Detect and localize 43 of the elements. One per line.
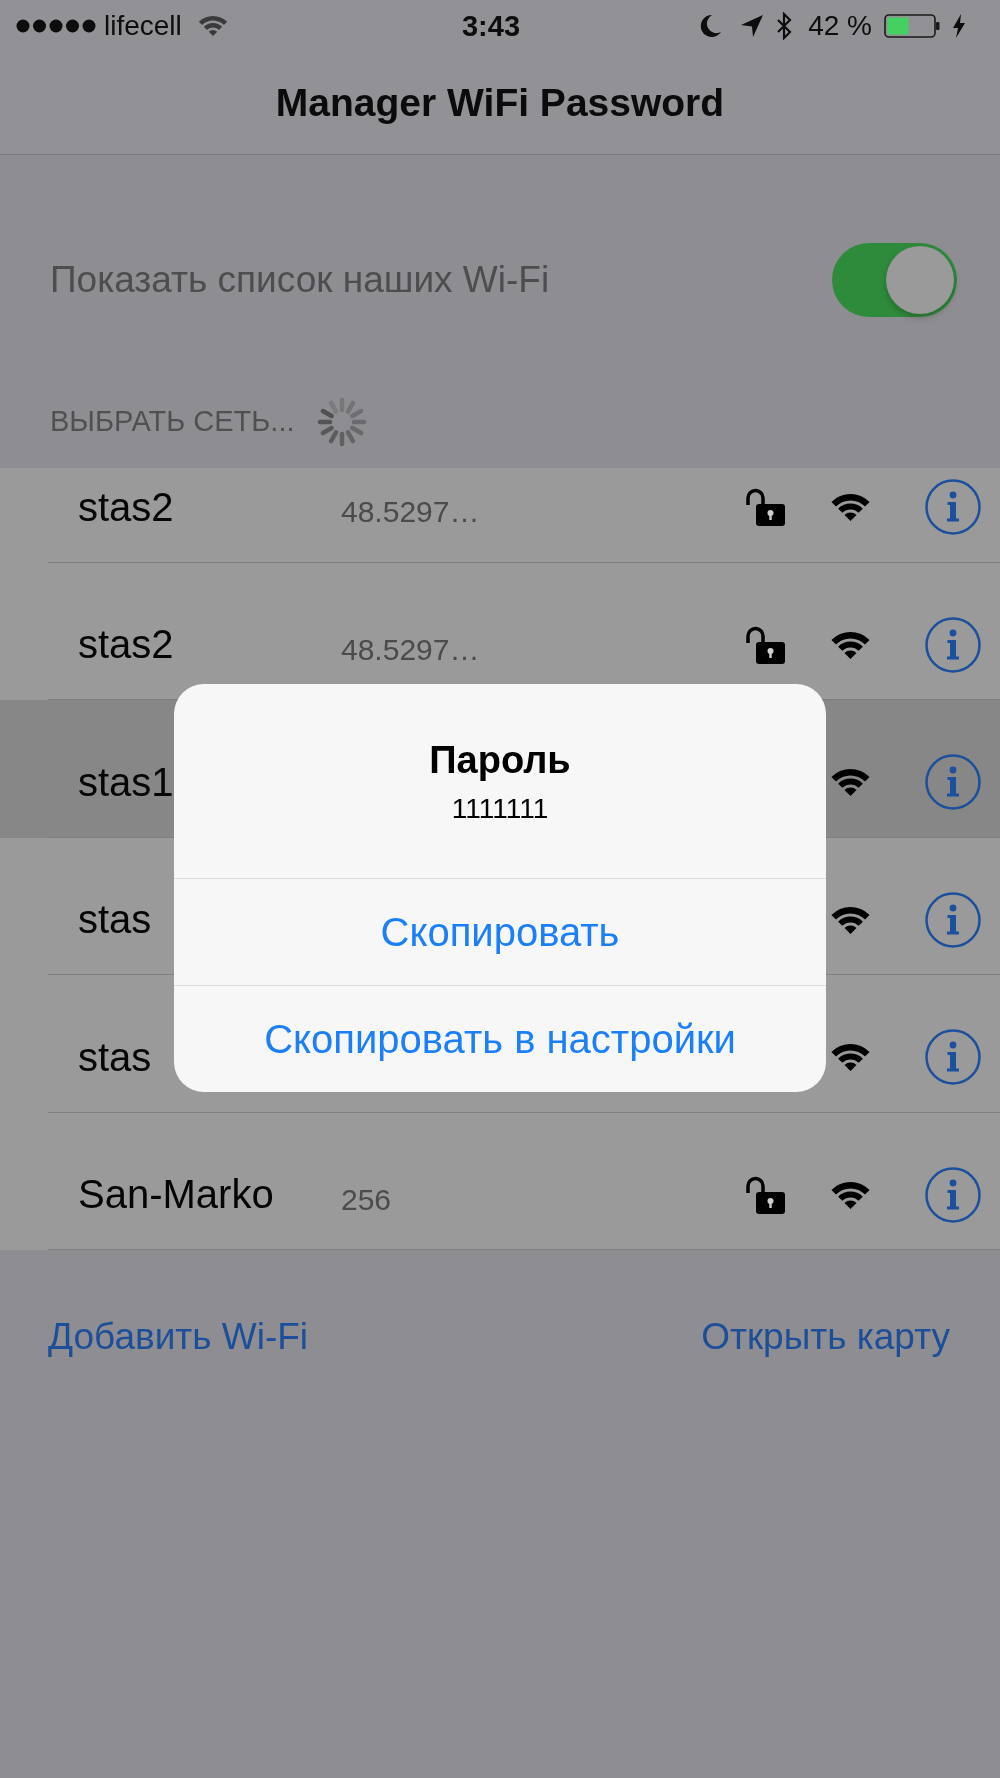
wifi-icon: [830, 768, 871, 797]
status-time: 3:43: [462, 10, 521, 42]
wifi-icon: [197, 15, 228, 37]
network-name: stas2: [78, 484, 174, 530]
info-icon[interactable]: [925, 1029, 981, 1086]
nav-title: Manager WiFi Password: [275, 81, 725, 125]
network-name: stas2: [78, 622, 174, 668]
signal-dots-icon: [16, 19, 96, 33]
open-map-link[interactable]: Открыть карту: [701, 1316, 950, 1358]
moon-icon: [700, 14, 723, 38]
location-arrow-icon: [740, 14, 765, 38]
network-row[interactable]: San-Marko 256: [0, 1112, 1000, 1250]
network-name: San-Marko: [78, 1172, 274, 1218]
alert-button[interactable]: Скопировать в настройки: [174, 985, 826, 1092]
network-detail: 256: [341, 1182, 392, 1217]
alert-title: Пароль: [429, 738, 571, 783]
battery-icon: [884, 14, 940, 38]
network-name: stas: [78, 1034, 152, 1080]
network-detail: 48.5297…: [341, 632, 480, 667]
info-icon[interactable]: [925, 891, 981, 948]
wifi-icon: [830, 493, 871, 522]
network-detail: 48.5297…: [341, 495, 480, 530]
info-icon[interactable]: [925, 616, 981, 673]
network-name: stas: [78, 897, 152, 943]
network-row[interactable]: stas2 48.5297…: [0, 562, 1000, 700]
network-name: stas1: [78, 759, 174, 805]
wifi-icon: [830, 1043, 871, 1072]
wifi-icon: [830, 630, 871, 659]
carrier-name: lifecell: [104, 10, 182, 42]
info-icon[interactable]: [925, 1166, 981, 1223]
bluetooth-icon: [776, 12, 793, 40]
battery-percent: 42 %: [808, 10, 872, 42]
section-header: ВЫБРАТЬ СЕТЬ...: [50, 405, 295, 438]
info-icon[interactable]: [925, 754, 981, 811]
toggle-label: Показать список наших Wi-Fi: [50, 259, 550, 301]
wifi-icon: [830, 1180, 871, 1209]
alert-message: 1111111: [451, 792, 549, 826]
alert-button[interactable]: Скопировать: [174, 878, 826, 985]
info-icon[interactable]: [925, 479, 981, 536]
network-row[interactable]: stas2 48.5297…: [0, 468, 1000, 563]
charging-bolt-icon: [952, 14, 966, 38]
wifi-icon: [830, 905, 871, 934]
add-wifi-link[interactable]: Добавить Wi-Fi: [48, 1316, 309, 1358]
